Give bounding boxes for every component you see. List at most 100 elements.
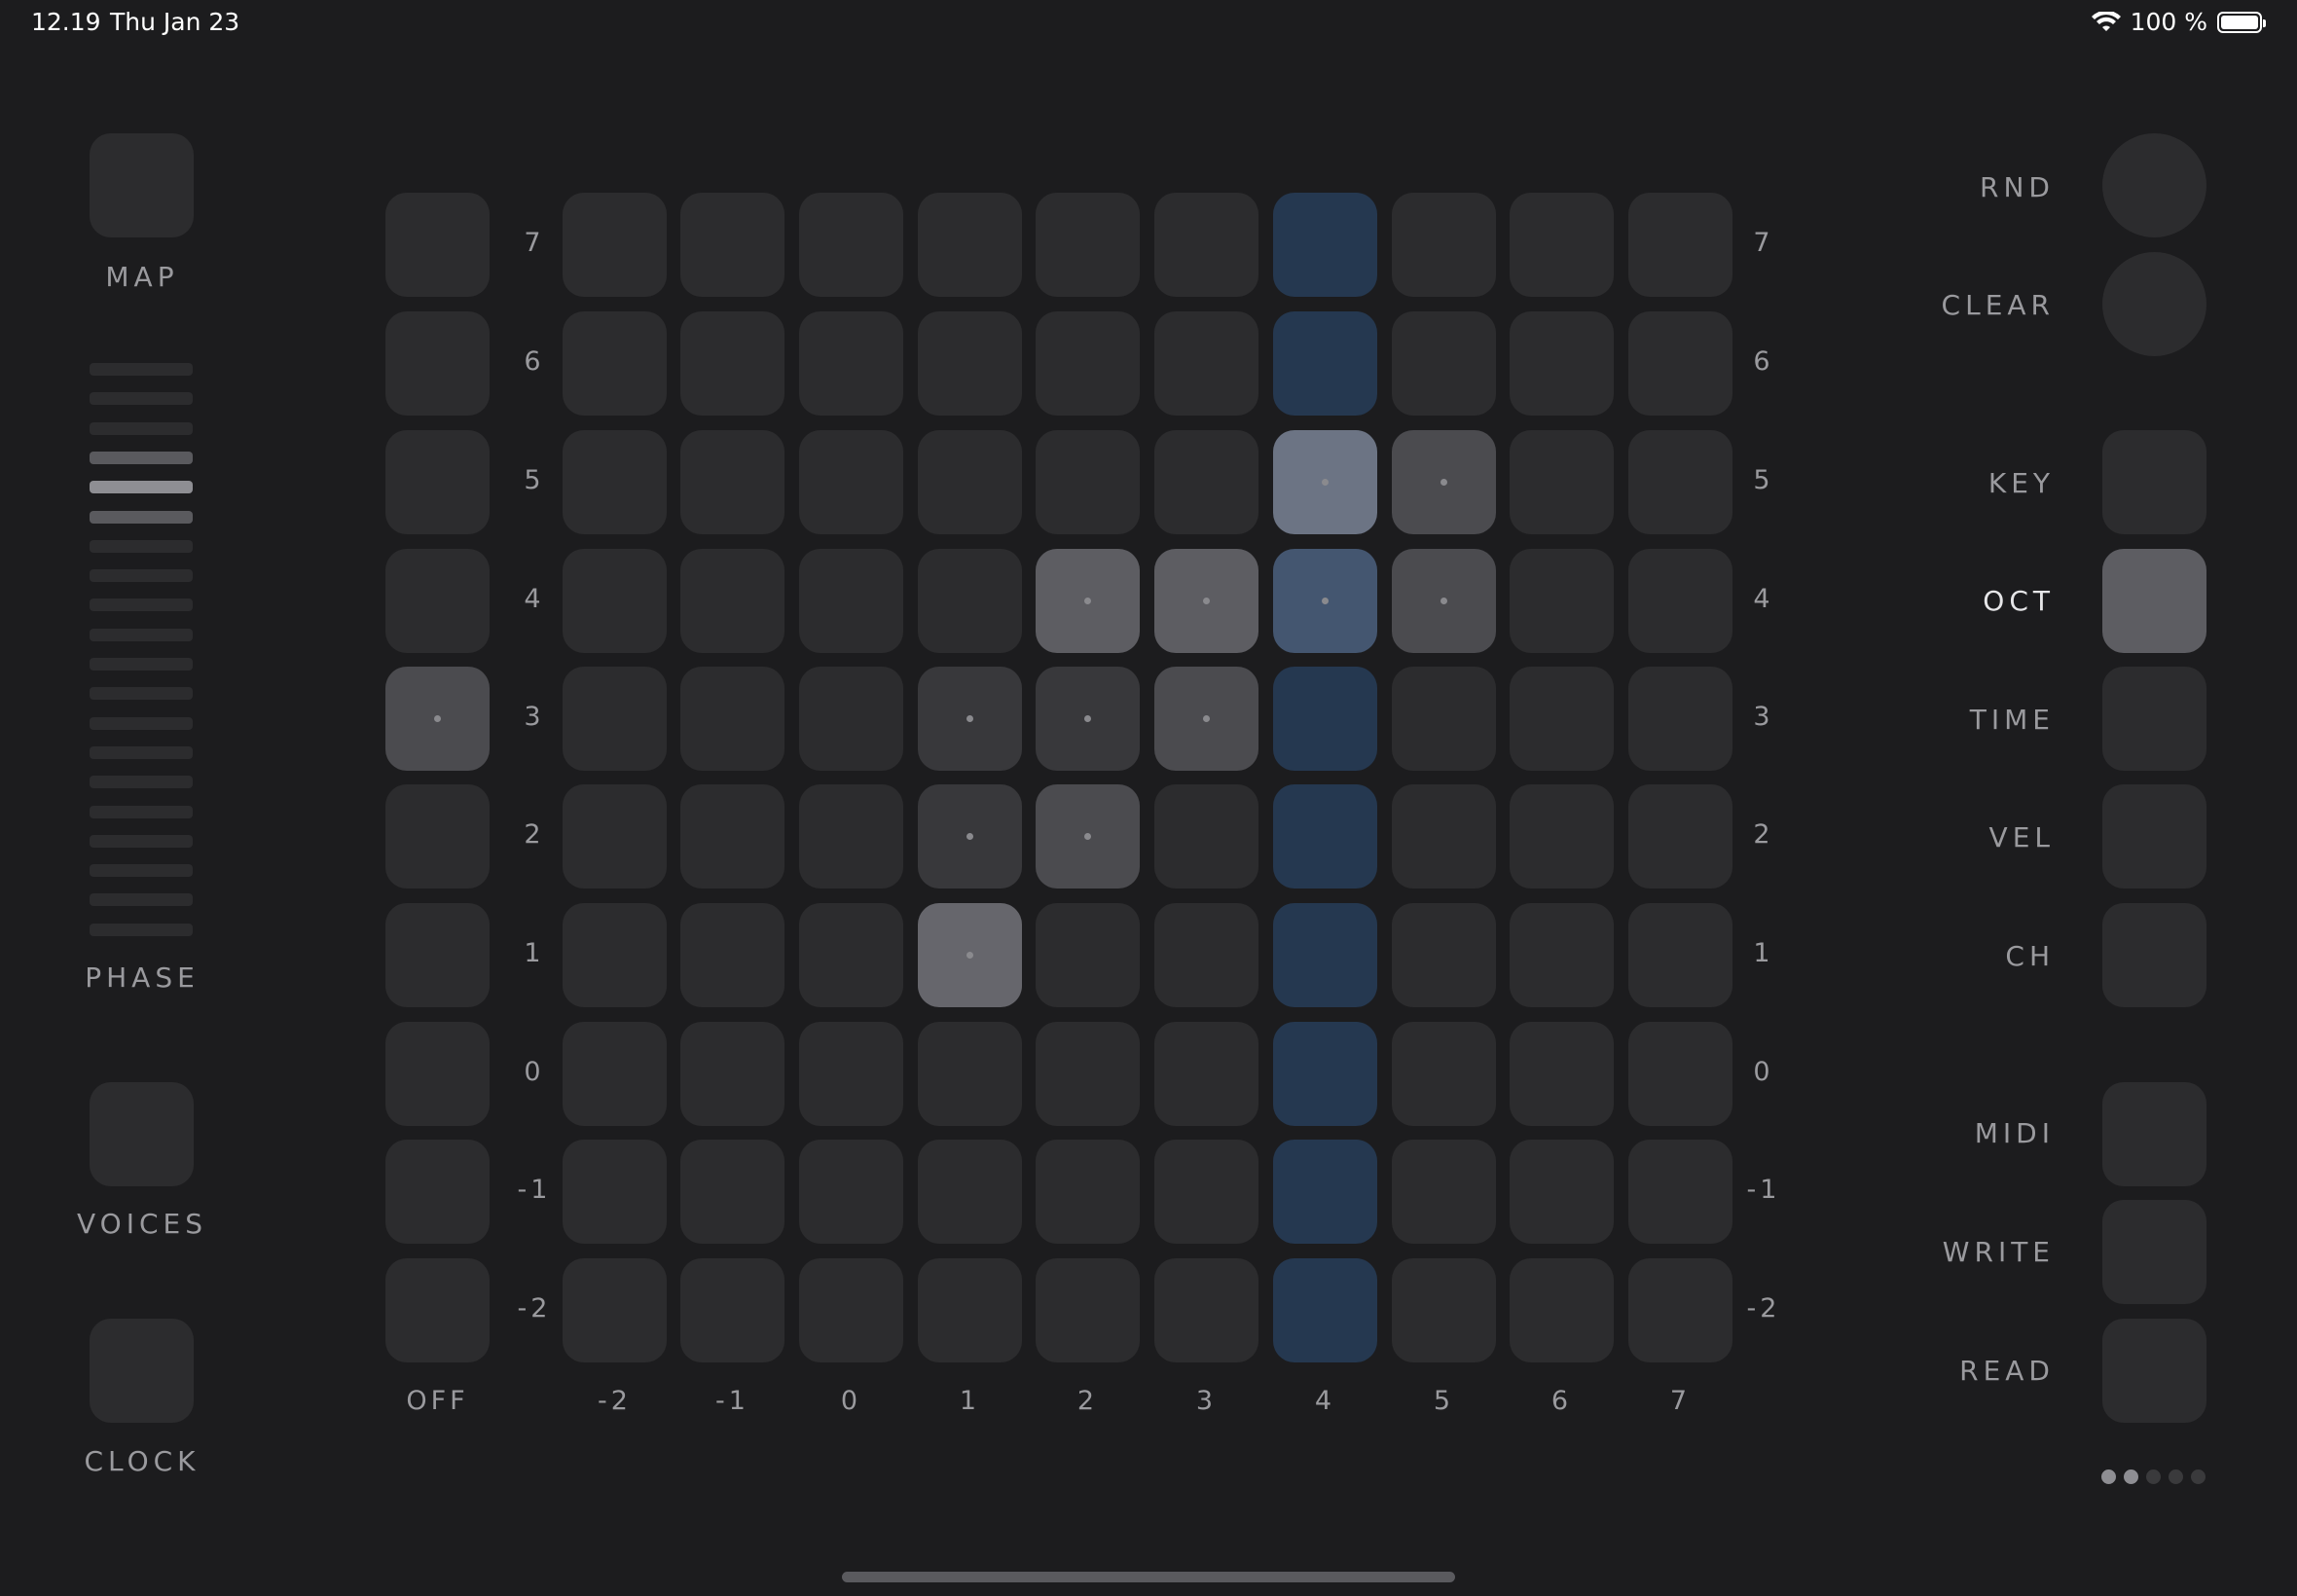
grid-cell[interactable]	[918, 903, 1022, 1007]
off-cell[interactable]	[385, 193, 490, 297]
grid-cell[interactable]	[680, 311, 784, 416]
grid-cell[interactable]	[563, 903, 667, 1007]
grid-cell[interactable]	[1154, 784, 1258, 889]
grid-cell[interactable]	[1154, 667, 1258, 771]
time-button[interactable]	[2102, 667, 2206, 771]
grid-cell[interactable]	[1510, 311, 1614, 416]
grid-cell[interactable]	[918, 1140, 1022, 1244]
grid-cell[interactable]	[1036, 1140, 1140, 1244]
grid-cell[interactable]	[1036, 1258, 1140, 1362]
grid-cell[interactable]	[563, 1022, 667, 1126]
grid-cell[interactable]	[1154, 1140, 1258, 1244]
grid-cell[interactable]	[680, 549, 784, 653]
grid-cell[interactable]	[1510, 903, 1614, 1007]
grid-cell[interactable]	[799, 667, 903, 771]
grid-cell[interactable]	[1510, 549, 1614, 653]
grid-cell[interactable]	[563, 1258, 667, 1362]
grid-cell[interactable]	[918, 311, 1022, 416]
grid-cell[interactable]	[918, 1022, 1022, 1126]
grid-cell[interactable]	[1510, 430, 1614, 534]
grid-cell[interactable]	[1273, 667, 1377, 771]
grid-cell[interactable]	[1392, 1140, 1496, 1244]
oct-button[interactable]	[2102, 549, 2206, 653]
grid-cell[interactable]	[563, 430, 667, 534]
page-dot[interactable]	[2101, 1469, 2116, 1484]
grid-cell[interactable]	[1628, 1258, 1732, 1362]
grid-cell[interactable]	[799, 311, 903, 416]
grid-cell[interactable]	[1628, 193, 1732, 297]
grid-cell[interactable]	[1392, 784, 1496, 889]
ch-button[interactable]	[2102, 903, 2206, 1007]
grid-cell[interactable]	[799, 1022, 903, 1126]
key-button[interactable]	[2102, 430, 2206, 534]
grid-cell[interactable]	[918, 1258, 1022, 1362]
grid-cell[interactable]	[918, 667, 1022, 771]
grid-cell[interactable]	[1154, 903, 1258, 1007]
grid-cell[interactable]	[563, 784, 667, 889]
grid-cell[interactable]	[1628, 549, 1732, 653]
grid-cell[interactable]	[918, 193, 1022, 297]
grid-cell[interactable]	[1036, 549, 1140, 653]
grid-cell[interactable]	[1273, 549, 1377, 653]
grid-cell[interactable]	[1392, 1022, 1496, 1126]
grid-cell[interactable]	[1392, 430, 1496, 534]
grid-cell[interactable]	[563, 549, 667, 653]
grid-cell[interactable]	[799, 784, 903, 889]
grid-cell[interactable]	[1154, 311, 1258, 416]
grid-cell[interactable]	[1510, 667, 1614, 771]
grid-cell[interactable]	[918, 430, 1022, 534]
grid-cell[interactable]	[1036, 1022, 1140, 1126]
grid-cell[interactable]	[1036, 311, 1140, 416]
grid-cell[interactable]	[1628, 311, 1732, 416]
grid-cell[interactable]	[1510, 1258, 1614, 1362]
off-cell[interactable]	[385, 430, 490, 534]
grid-cell[interactable]	[918, 549, 1022, 653]
off-cell[interactable]	[385, 784, 490, 889]
grid-cell[interactable]	[918, 784, 1022, 889]
off-cell[interactable]	[385, 1258, 490, 1362]
off-cell[interactable]	[385, 1022, 490, 1126]
read-button[interactable]	[2102, 1319, 2206, 1423]
grid-cell[interactable]	[799, 193, 903, 297]
grid-cell[interactable]	[1392, 1258, 1496, 1362]
midi-button[interactable]	[2102, 1082, 2206, 1186]
grid-cell[interactable]	[1628, 903, 1732, 1007]
grid-cell[interactable]	[1392, 667, 1496, 771]
page-dot[interactable]	[2191, 1469, 2206, 1484]
grid-cell[interactable]	[1273, 784, 1377, 889]
grid-cell[interactable]	[1392, 193, 1496, 297]
vel-button[interactable]	[2102, 784, 2206, 889]
page-indicator[interactable]	[2101, 1469, 2206, 1484]
grid-cell[interactable]	[563, 1140, 667, 1244]
grid-cell[interactable]	[1273, 430, 1377, 534]
grid-cell[interactable]	[1392, 311, 1496, 416]
grid-cell[interactable]	[1154, 430, 1258, 534]
grid-cell[interactable]	[1510, 193, 1614, 297]
grid-cell[interactable]	[680, 1140, 784, 1244]
grid-cell[interactable]	[680, 193, 784, 297]
grid-cell[interactable]	[1628, 784, 1732, 889]
off-cell[interactable]	[385, 311, 490, 416]
page-dot[interactable]	[2124, 1469, 2138, 1484]
map-button[interactable]	[90, 133, 194, 237]
grid-cell[interactable]	[799, 1258, 903, 1362]
grid-cell[interactable]	[1273, 1258, 1377, 1362]
clock-button[interactable]	[90, 1319, 194, 1423]
grid-cell[interactable]	[563, 311, 667, 416]
grid-cell[interactable]	[1036, 784, 1140, 889]
off-cell[interactable]	[385, 1140, 490, 1244]
grid-cell[interactable]	[1036, 903, 1140, 1007]
grid-cell[interactable]	[1510, 1140, 1614, 1244]
grid-cell[interactable]	[1154, 193, 1258, 297]
grid-cell[interactable]	[680, 430, 784, 534]
grid-cell[interactable]	[1154, 549, 1258, 653]
voices-button[interactable]	[90, 1082, 194, 1186]
off-cell[interactable]	[385, 549, 490, 653]
grid-cell[interactable]	[1273, 1140, 1377, 1244]
grid-cell[interactable]	[799, 903, 903, 1007]
grid-cell[interactable]	[799, 1140, 903, 1244]
grid-cell[interactable]	[1273, 193, 1377, 297]
grid-cell[interactable]	[1273, 903, 1377, 1007]
grid-cell[interactable]	[680, 784, 784, 889]
grid-cell[interactable]	[1036, 667, 1140, 771]
